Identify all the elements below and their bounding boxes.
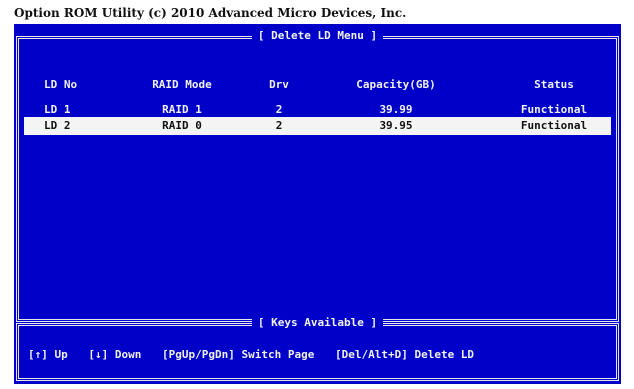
key-legend: [↑] Up [↓] Down [PgUp/PgDn] Switch Page … <box>28 347 488 363</box>
key-down: [↓] Down <box>88 348 142 361</box>
ld-number: LD 2 <box>44 119 71 132</box>
col-drv: Drv <box>269 78 289 91</box>
table-header: LD No RAID Mode Drv Capacity(GB) Status <box>14 76 621 94</box>
key-switch-page: [PgUp/PgDn] Switch Page <box>162 348 315 361</box>
key-delete-ld: [Del/Alt+D] Delete LD <box>334 348 475 361</box>
col-ld-no: LD No <box>44 78 78 91</box>
col-status: Status <box>534 78 574 91</box>
menu-title: [ Delete LD Menu ] <box>19 29 616 43</box>
ld-row-2-selected[interactable]: LD 2 RAID 0 2 39.95 Functional <box>24 117 611 135</box>
drive-count: 2 <box>275 119 283 132</box>
col-capacity: Capacity(GB) <box>356 78 436 91</box>
status: Functional <box>520 119 588 132</box>
key-up: [↑] Up <box>28 348 68 361</box>
col-raid-mode: RAID Mode <box>152 78 212 91</box>
app-title: Option ROM Utility (c) 2010 Advanced Mic… <box>14 6 407 20</box>
raid-mode: RAID 0 <box>162 119 202 132</box>
bios-screen: [ Delete LD Menu ] LD No RAID Mode Drv C… <box>14 24 621 384</box>
capacity: 39.95 <box>379 119 413 132</box>
